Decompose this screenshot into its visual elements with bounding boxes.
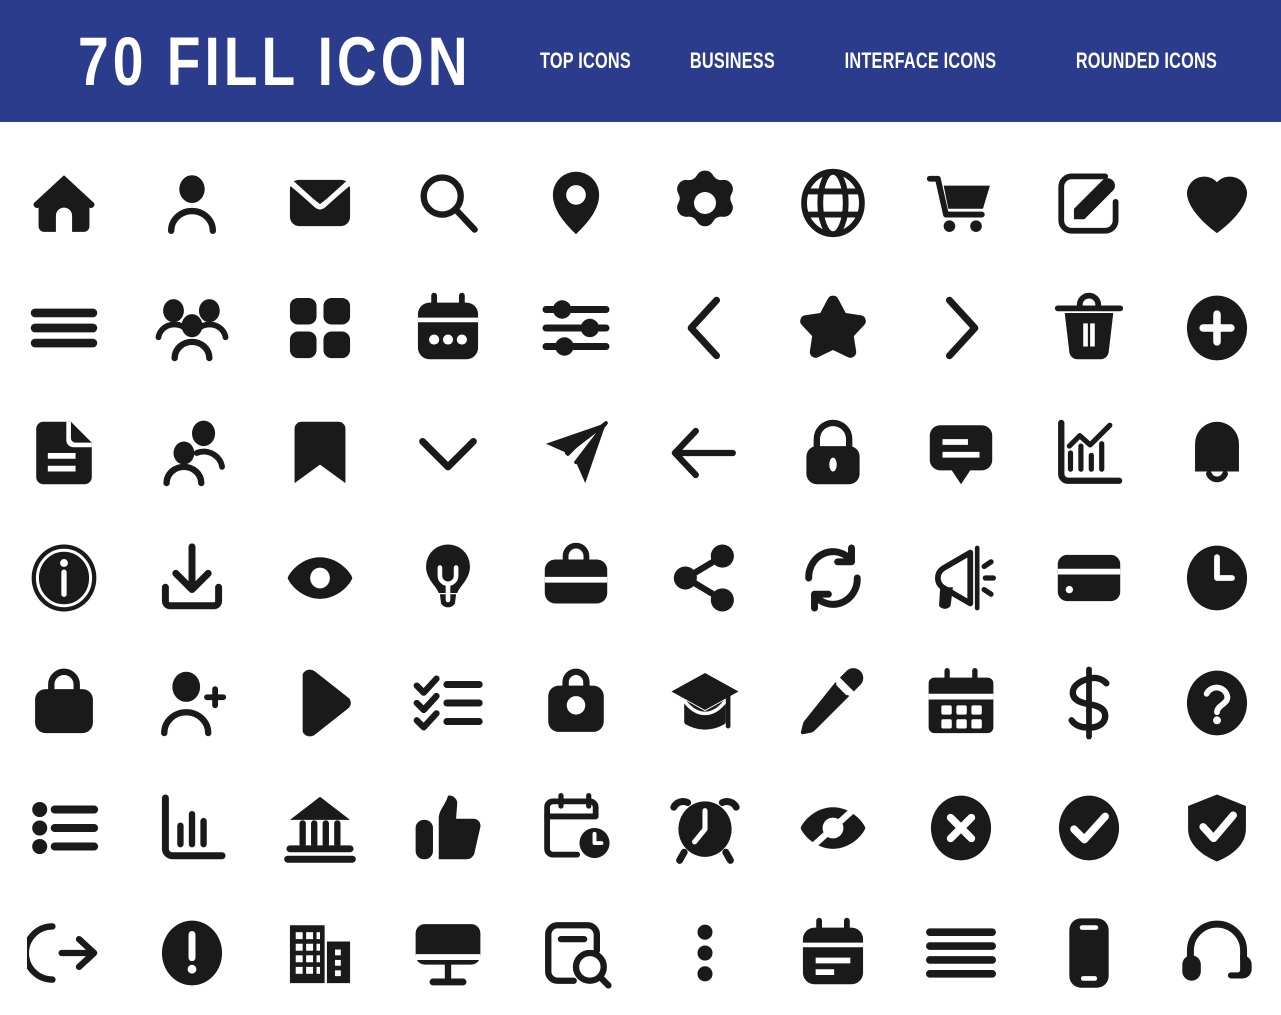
- grid-icon[interactable]: [272, 280, 368, 376]
- kebab-menu-icon[interactable]: [657, 905, 753, 1001]
- smartphone-icon[interactable]: [1041, 905, 1137, 1001]
- two-users-icon[interactable]: [144, 405, 240, 501]
- clock-icon[interactable]: [1169, 530, 1265, 626]
- document-icon[interactable]: [16, 405, 112, 501]
- edit-square-icon[interactable]: [1041, 155, 1137, 251]
- nav-item-business[interactable]: BUSINESS: [679, 50, 785, 72]
- chevron-right-icon[interactable]: [913, 280, 1009, 376]
- pencil-icon[interactable]: [785, 655, 881, 751]
- share-icon[interactable]: [657, 530, 753, 626]
- megaphone-icon[interactable]: [913, 530, 1009, 626]
- info-circle-icon[interactable]: [16, 530, 112, 626]
- headset-icon[interactable]: [1169, 905, 1265, 1001]
- shopping-cart-icon[interactable]: [913, 155, 1009, 251]
- x-circle-icon[interactable]: [913, 780, 1009, 876]
- users-group-icon[interactable]: [144, 280, 240, 376]
- eye-slash-icon[interactable]: [785, 780, 881, 876]
- lightbulb-icon[interactable]: [400, 530, 496, 626]
- header-nav: TOP ICONS BUSINESS INTERFACE ICONS ROUND…: [510, 50, 1256, 72]
- location-pin-icon[interactable]: [528, 155, 624, 251]
- user-icon[interactable]: [144, 155, 240, 251]
- logout-icon[interactable]: [16, 905, 112, 1001]
- shopping-bag-icon[interactable]: [16, 655, 112, 751]
- lock-icon[interactable]: [785, 405, 881, 501]
- trash-icon[interactable]: [1041, 280, 1137, 376]
- page-title: 70 FILL ICON: [78, 22, 472, 100]
- nav-item-interface-icons[interactable]: INTERFACE ICONS: [834, 50, 1006, 72]
- buildings-icon[interactable]: [272, 905, 368, 1001]
- monitor-icon[interactable]: [400, 905, 496, 1001]
- calendar-note-icon[interactable]: [785, 905, 881, 1001]
- bank-icon[interactable]: [272, 780, 368, 876]
- home-icon[interactable]: [16, 155, 112, 251]
- credit-card-icon[interactable]: [1041, 530, 1137, 626]
- briefcase-icon[interactable]: [528, 530, 624, 626]
- thumbs-up-icon[interactable]: [400, 780, 496, 876]
- analytics-chart-icon[interactable]: [1041, 405, 1137, 501]
- gear-icon[interactable]: [657, 155, 753, 251]
- chevron-left-icon[interactable]: [657, 280, 753, 376]
- hamburger-menu-icon[interactable]: [16, 280, 112, 376]
- exclamation-circle-icon[interactable]: [144, 905, 240, 1001]
- calendar-dots-icon[interactable]: [400, 280, 496, 376]
- arrow-left-icon[interactable]: [657, 405, 753, 501]
- bar-chart-icon[interactable]: [144, 780, 240, 876]
- nav-item-rounded-icons[interactable]: ROUNDED ICONS: [1065, 50, 1227, 72]
- play-icon[interactable]: [272, 655, 368, 751]
- heart-icon[interactable]: [1169, 155, 1265, 251]
- eye-icon[interactable]: [272, 530, 368, 626]
- shield-check-icon[interactable]: [1169, 780, 1265, 876]
- check-circle-icon[interactable]: [1041, 780, 1137, 876]
- alarm-clock-icon[interactable]: [657, 780, 753, 876]
- lines-list-icon[interactable]: [913, 905, 1009, 1001]
- search-icon[interactable]: [400, 155, 496, 251]
- calendar-grid-icon[interactable]: [913, 655, 1009, 751]
- nav-item-top-icons[interactable]: TOP ICONS: [530, 50, 642, 72]
- document-search-icon[interactable]: [528, 905, 624, 1001]
- page-header: 70 FILL ICON TOP ICONS BUSINESS INTERFAC…: [0, 0, 1281, 122]
- icon-grid: [0, 122, 1281, 1015]
- download-icon[interactable]: [144, 530, 240, 626]
- send-icon[interactable]: [528, 405, 624, 501]
- star-icon[interactable]: [785, 280, 881, 376]
- bullet-list-icon[interactable]: [16, 780, 112, 876]
- graduation-cap-icon[interactable]: [657, 655, 753, 751]
- globe-icon[interactable]: [785, 155, 881, 251]
- handbag-icon[interactable]: [528, 655, 624, 751]
- refresh-icon[interactable]: [785, 530, 881, 626]
- bookmark-icon[interactable]: [272, 405, 368, 501]
- plus-circle-icon[interactable]: [1169, 280, 1265, 376]
- calendar-clock-icon[interactable]: [528, 780, 624, 876]
- question-circle-icon[interactable]: [1169, 655, 1265, 751]
- checklist-icon[interactable]: [400, 655, 496, 751]
- add-user-icon[interactable]: [144, 655, 240, 751]
- chevron-down-icon[interactable]: [400, 405, 496, 501]
- chat-bubble-icon[interactable]: [913, 405, 1009, 501]
- mail-icon[interactable]: [272, 155, 368, 251]
- sliders-icon[interactable]: [528, 280, 624, 376]
- dollar-icon[interactable]: [1041, 655, 1137, 751]
- bell-icon[interactable]: [1169, 405, 1265, 501]
